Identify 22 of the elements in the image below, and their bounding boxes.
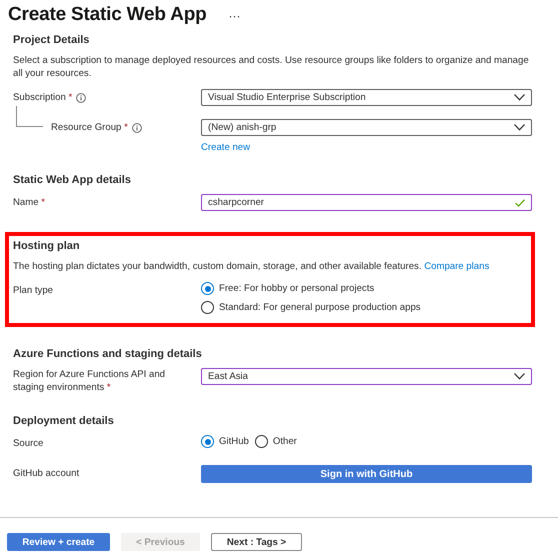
field-label: Subscription * bbox=[13, 91, 72, 104]
section-description: Select a subscription to manage deployed resources and costs. Use resource groups like folders to organize and manage all your resources. bbox=[13, 54, 530, 80]
page-title: Create Static Web App bbox=[8, 4, 207, 26]
compare-plans-link[interactable]: Compare plans bbox=[424, 261, 490, 272]
section-description: The hosting plan dictates your bandwidth, custom domain, storage, and other available features. Compare plans bbox=[13, 260, 490, 273]
field-label: Resource Group * bbox=[51, 121, 128, 134]
radio-option[interactable]: Free: For hobby or personal projects bbox=[201, 282, 421, 295]
radio-option[interactable]: Standard: For general purpose production apps bbox=[201, 301, 421, 314]
section-heading: Static Web App details bbox=[13, 174, 132, 186]
more-menu[interactable]: ··· bbox=[228, 9, 241, 23]
field-label: GitHub account bbox=[13, 467, 80, 480]
field-label: Plan type bbox=[13, 284, 54, 297]
radio-option[interactable]: Other bbox=[254, 435, 297, 448]
section-heading: Project Details bbox=[13, 34, 90, 46]
field-label: Name * bbox=[13, 196, 45, 209]
create-new-link[interactable]: Create new bbox=[201, 142, 250, 153]
field-label: Source bbox=[13, 437, 44, 450]
section-heading: Hosting plan bbox=[13, 240, 81, 252]
section-heading: Azure Functions and staging details bbox=[13, 348, 203, 360]
section-heading: Deployment details bbox=[13, 415, 115, 427]
field-label: Region for Azure Functions API and staging environments * bbox=[13, 368, 166, 394]
radio-option[interactable]: GitHub bbox=[201, 435, 249, 448]
